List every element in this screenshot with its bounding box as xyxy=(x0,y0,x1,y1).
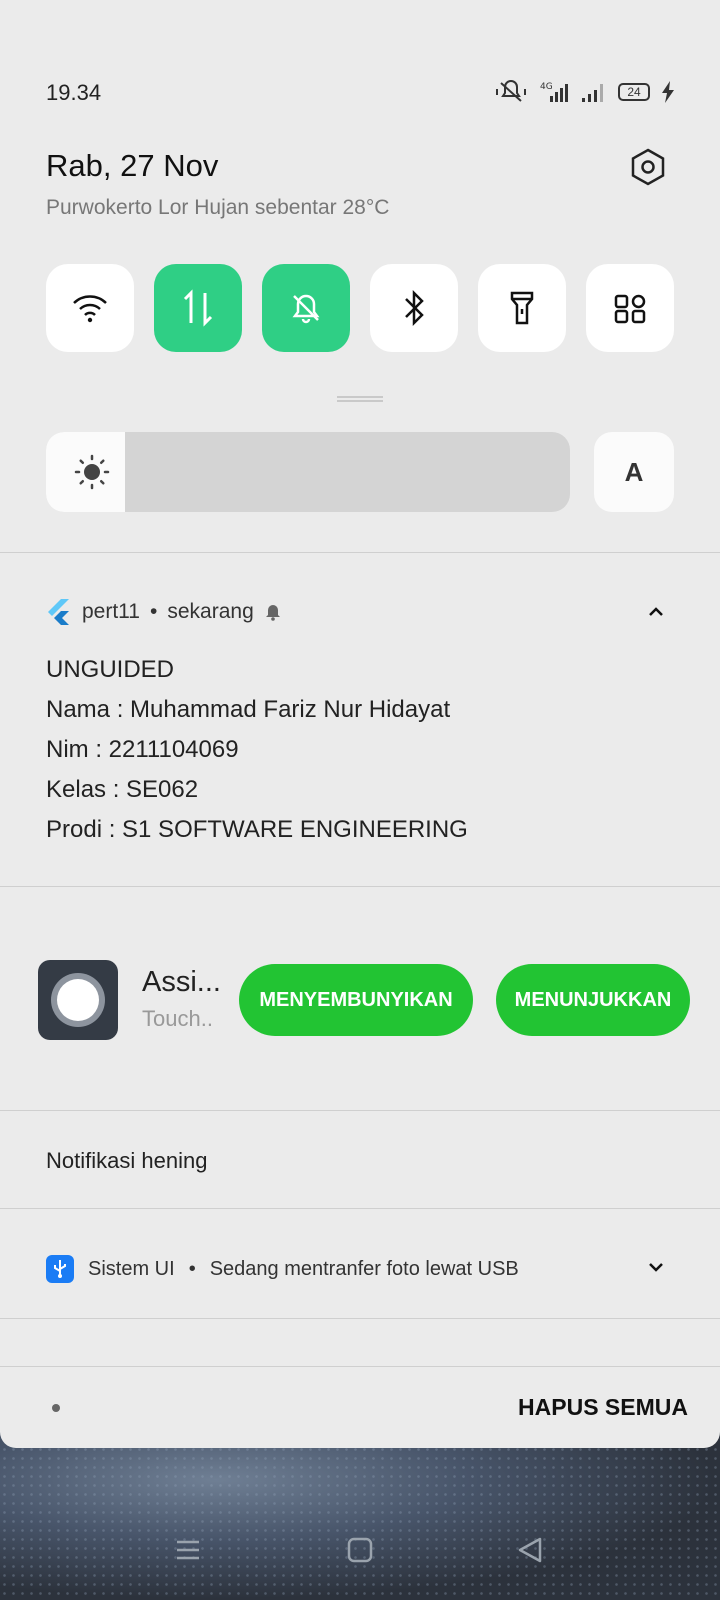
svg-text:4G: 4G xyxy=(540,82,553,92)
separator-dot: • xyxy=(188,1257,196,1280)
notification-shade: 19.34 4G 24 Rab, 27 Nov Purwokerto Lor H… xyxy=(0,0,720,1448)
brightness-slider[interactable] xyxy=(46,432,570,512)
clear-all-button[interactable]: HAPUS SEMUA xyxy=(518,1394,688,1421)
page-indicator xyxy=(52,1404,60,1412)
chevron-up-icon xyxy=(649,607,663,616)
expand-usb-button[interactable] xyxy=(648,1260,664,1278)
charging-icon xyxy=(662,81,674,103)
divider xyxy=(0,1110,720,1111)
weather: Purwokerto Lor Hujan sebentar 28°C xyxy=(46,196,390,219)
notification-line: Nama : Muhammad Fariz Nur Hidayat xyxy=(46,696,451,723)
grid-icon xyxy=(614,294,646,324)
status-icons: 4G 24 xyxy=(496,80,674,104)
hide-button[interactable]: MENYEMBUNYIKAN xyxy=(239,964,473,1036)
menu-icon xyxy=(177,1540,199,1560)
signal-4g-icon: 4G xyxy=(538,80,568,104)
gear-icon xyxy=(631,148,665,186)
usb-text: Sedang mentranfer foto lewat USB xyxy=(209,1257,519,1280)
bell-icon xyxy=(265,605,280,621)
menu-nav-button[interactable] xyxy=(174,1536,202,1569)
tile-silent[interactable] xyxy=(262,264,350,352)
notification-line: Prodi : S1 SOFTWARE ENGINEERING xyxy=(46,816,468,843)
flutter-icon xyxy=(48,599,69,625)
signal-icon xyxy=(580,80,606,104)
notification-line: Kelas : SE062 xyxy=(46,776,199,803)
usb-app-name: Sistem UI xyxy=(88,1257,175,1280)
divider xyxy=(0,886,720,887)
tile-flashlight[interactable] xyxy=(478,264,566,352)
notification-line: UNGUIDED xyxy=(46,656,175,683)
assistive-subtitle: Touch.. xyxy=(142,1006,213,1031)
battery-icon: 24 xyxy=(618,83,650,101)
settings-button[interactable] xyxy=(630,148,670,188)
quick-tiles xyxy=(46,264,674,352)
home-icon xyxy=(347,1537,373,1563)
wifi-icon xyxy=(73,295,107,323)
divider xyxy=(0,1208,720,1209)
notification-body[interactable]: UNGUIDED Nama : Muhammad Fariz Nur Hiday… xyxy=(46,650,468,850)
notification-time: sekarang xyxy=(167,600,254,623)
home-nav-button[interactable] xyxy=(346,1536,374,1569)
bell-off-icon xyxy=(292,294,320,324)
flashlight-icon xyxy=(510,291,534,325)
date: Rab, 27 Nov xyxy=(46,148,219,183)
notification-app-name: pert11 xyxy=(82,600,140,623)
separator-dot: • xyxy=(150,600,158,623)
drag-handle[interactable] xyxy=(337,396,383,402)
assistive-title: Assi... xyxy=(142,966,221,998)
auto-brightness-button[interactable]: A xyxy=(594,432,674,512)
tile-apps[interactable] xyxy=(586,264,674,352)
notification-header[interactable]: pert11 • sekarang xyxy=(46,598,282,626)
divider xyxy=(0,552,720,553)
show-button[interactable]: MENUNJUKKAN xyxy=(496,964,690,1036)
back-icon xyxy=(518,1537,542,1563)
usb-icon xyxy=(46,1255,74,1283)
assistive-touch-icon xyxy=(38,960,118,1040)
chevron-down-icon xyxy=(649,1263,663,1272)
silent-notifications-label: Notifikasi hening xyxy=(46,1148,208,1173)
notification-line: Nim : 2211104069 xyxy=(46,736,239,763)
divider xyxy=(0,1318,720,1319)
status-time: 19.34 xyxy=(46,80,102,105)
tile-wifi[interactable] xyxy=(46,264,134,352)
vibrate-icon xyxy=(496,80,526,104)
collapse-notification-button[interactable] xyxy=(648,604,664,622)
tile-bluetooth[interactable] xyxy=(370,264,458,352)
usb-notification[interactable]: Sistem UI • Sedang mentranfer foto lewat… xyxy=(46,1255,519,1283)
sun-icon xyxy=(74,454,110,495)
bluetooth-icon xyxy=(405,289,424,327)
back-nav-button[interactable] xyxy=(516,1536,544,1569)
data-transfer-icon xyxy=(183,289,213,327)
divider xyxy=(0,1366,720,1367)
tile-mobile-data[interactable] xyxy=(154,264,242,352)
